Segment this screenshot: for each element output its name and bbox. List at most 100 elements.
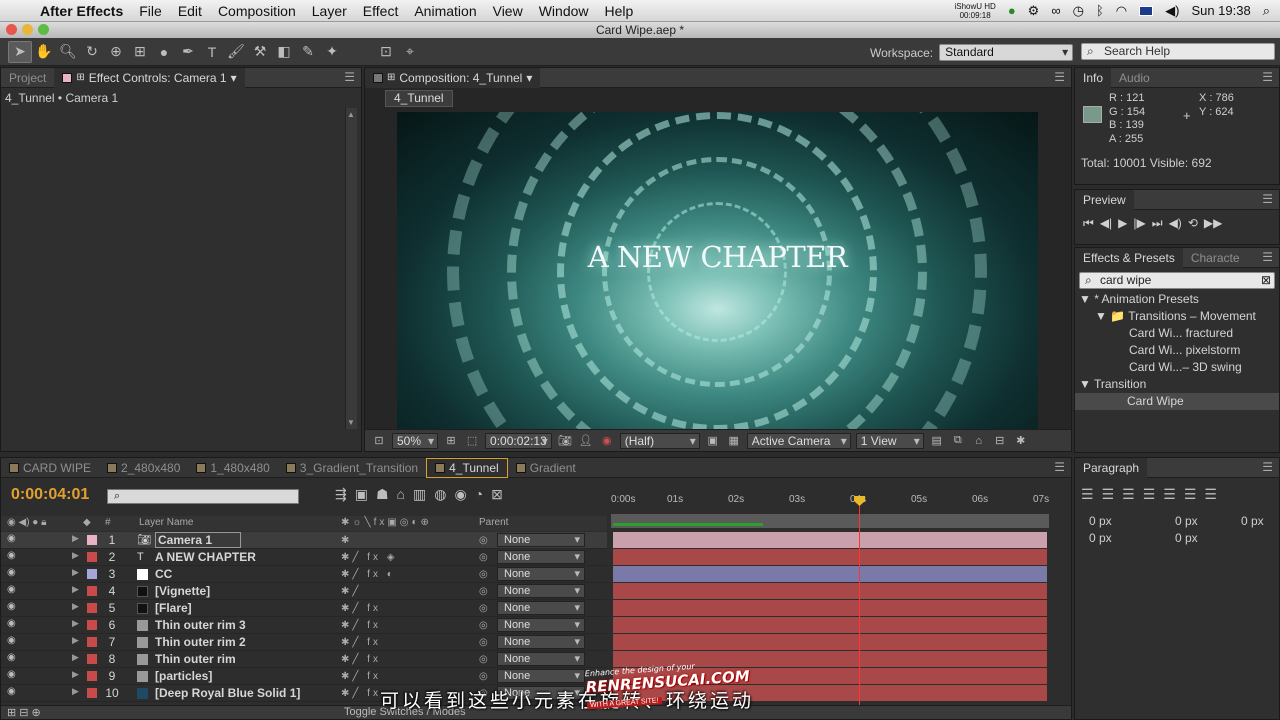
fast-draft-icon[interactable]: ⧉	[950, 433, 966, 449]
show-snapshot-icon[interactable]: 👤︎	[578, 433, 594, 449]
channels-icon[interactable]: ◉	[599, 433, 615, 449]
parent-dropdown[interactable]: None	[497, 601, 585, 615]
panel-menu-icon[interactable]: ☰	[1262, 460, 1273, 474]
tab-3-gradient-transition[interactable]: 3_Gradient_Transition	[278, 458, 426, 478]
layer-name[interactable]: Thin outer rim 2	[155, 635, 246, 649]
parent-dropdown[interactable]: None	[497, 584, 585, 598]
layer-label-color[interactable]	[87, 688, 97, 698]
tree-item-card-wipe[interactable]: Card Wipe	[1075, 393, 1279, 410]
transparency-grid-icon[interactable]: ▦	[726, 433, 742, 449]
tab-4-tunnel[interactable]: 4_Tunnel	[426, 458, 508, 478]
layer-switches[interactable]: ✱╱ fx	[341, 688, 381, 699]
align-center-icon[interactable]: ☰	[1102, 486, 1115, 503]
layer-bar[interactable]	[613, 532, 1047, 549]
layer-search-input[interactable]: ⌕	[107, 489, 299, 504]
pen-tool-icon[interactable]: ✒	[176, 41, 200, 63]
visibility-eye-icon[interactable]: ◉	[7, 635, 16, 646]
tab-1-480x480[interactable]: 1_480x480	[188, 458, 277, 478]
space-after-field[interactable]: 0 px	[1175, 531, 1198, 545]
effects-search-input[interactable]: ⌕ card wipe ⊠	[1079, 272, 1275, 289]
current-time-display[interactable]: 0:00:04:01	[11, 486, 89, 504]
menu-help[interactable]: Help	[605, 3, 634, 19]
expand-triangle-icon[interactable]: ▶	[72, 533, 79, 544]
layer-switches[interactable]: ✱╱ fx ◈	[341, 552, 397, 563]
menu-window[interactable]: Window	[539, 3, 589, 19]
layer-label-color[interactable]	[87, 620, 97, 630]
pickwhip-icon[interactable]: ◎	[479, 620, 488, 631]
layer-row[interactable]: ◉ ▶ 8 Thin outer rim ✱╱ fx ◎ None	[1, 651, 607, 668]
safe-margins-icon[interactable]: ⊞	[443, 433, 459, 449]
composition-viewer[interactable]: A NEW CHAPTER	[397, 112, 1038, 430]
motion-blur-icon[interactable]: ▥	[413, 486, 426, 503]
justify-right-icon[interactable]: ☰	[1184, 486, 1197, 503]
zoom-window-button[interactable]	[38, 24, 49, 35]
snapshot-icon[interactable]: 📷︎	[557, 433, 573, 449]
layer-name[interactable]: A NEW CHAPTER	[155, 550, 256, 564]
chevron-down-icon[interactable]: ▾	[231, 68, 237, 88]
pan-behind-tool-icon[interactable]: ⊞	[128, 41, 152, 63]
menu-file[interactable]: File	[139, 3, 162, 19]
magnification-dropdown[interactable]: 50%	[392, 432, 439, 449]
close-window-button[interactable]	[6, 24, 17, 35]
toggle-pixel-aspect-icon[interactable]: ▤	[929, 433, 945, 449]
work-area-bar[interactable]	[611, 514, 1049, 528]
expand-triangle-icon[interactable]: ▶	[72, 601, 79, 612]
tab-card-wipe[interactable]: CARD WIPE	[1, 458, 99, 478]
justify-center-icon[interactable]: ☰	[1163, 486, 1176, 503]
pickwhip-icon[interactable]: ◎	[479, 535, 488, 546]
pickwhip-icon[interactable]: ◎	[479, 569, 488, 580]
selection-tool-icon[interactable]: ➤	[8, 40, 32, 63]
tree-item-card-wipe-3d-swing[interactable]: Card Wi...– 3D swing	[1075, 359, 1279, 376]
flag-icon[interactable]	[1139, 5, 1154, 16]
chevron-down-icon[interactable]: ▾	[526, 68, 532, 88]
previous-frame-icon[interactable]: ◀|	[1100, 216, 1112, 231]
spotlight-icon[interactable]: ⌕	[1263, 3, 1270, 19]
brush-tool-icon[interactable]: 🖌︎	[224, 41, 248, 63]
menu-effect[interactable]: Effect	[363, 3, 399, 19]
workspace-dropdown[interactable]: Standard	[939, 44, 1074, 61]
panel-menu-icon[interactable]: ☰	[1262, 192, 1273, 206]
expand-triangle-icon[interactable]: ▶	[72, 584, 79, 595]
layer-name[interactable]: [Deep Royal Blue Solid 1]	[155, 686, 300, 700]
visibility-eye-icon[interactable]: ◉	[7, 550, 16, 561]
wifi-icon[interactable]: ◠	[1116, 3, 1127, 19]
scroll-up-icon[interactable]: ▲	[347, 110, 355, 119]
layer-name[interactable]: [Vignette]	[155, 584, 210, 598]
time-machine-icon[interactable]: ◷	[1073, 3, 1084, 19]
layer-label-color[interactable]	[87, 671, 97, 681]
parent-dropdown[interactable]: None	[497, 533, 585, 547]
resolution-dropdown[interactable]: (Half)	[619, 432, 700, 449]
panel-menu-icon[interactable]: ☰	[1054, 460, 1065, 474]
layer-row[interactable]: ◉ ▶ 5 [Flare] ✱╱ fx ◎ None	[1, 600, 607, 617]
parent-dropdown[interactable]: None	[497, 618, 585, 632]
layer-bar[interactable]	[613, 583, 1047, 600]
vertical-scrollbar[interactable]: ▲ ▼	[345, 108, 357, 429]
layer-bar[interactable]	[613, 617, 1047, 634]
layer-row[interactable]: ◉ ▶ 2 T A NEW CHAPTER ✱╱ fx ◈ ◎ None	[1, 549, 607, 566]
pickwhip-icon[interactable]: ◎	[479, 654, 488, 665]
next-frame-icon[interactable]: |▶	[1133, 216, 1145, 231]
minimize-window-button[interactable]	[22, 24, 33, 35]
view-layout-dropdown[interactable]: 1 View	[855, 432, 924, 449]
layer-bar[interactable]	[613, 600, 1047, 617]
layer-name[interactable]: CC	[155, 567, 172, 581]
exposure-icon[interactable]: ✱	[1013, 433, 1029, 449]
tab-info[interactable]: Info	[1075, 68, 1112, 88]
frame-blending-icon[interactable]: ⌂	[397, 486, 405, 503]
region-of-interest-icon[interactable]: ⬚	[464, 433, 480, 449]
visibility-eye-icon[interactable]: ◉	[7, 618, 16, 629]
roto-brush-tool-icon[interactable]: ✎	[296, 41, 320, 63]
indent-first-field[interactable]: 0 px	[1241, 514, 1264, 528]
shy-layers-icon[interactable]: ☗	[376, 486, 389, 503]
visibility-eye-icon[interactable]: ◉	[7, 567, 16, 578]
draft-3d-icon[interactable]: ▣	[355, 486, 368, 503]
tab-effect-controls[interactable]: ⊞ Effect Controls: Camera 1 ▾	[54, 68, 245, 88]
menu-animation[interactable]: Animation	[414, 3, 476, 19]
flowchart-icon[interactable]: ⊟	[992, 433, 1008, 449]
tab-character[interactable]: Characte	[1183, 248, 1248, 268]
layer-label-color[interactable]	[87, 654, 97, 664]
puppet-pin-tool-icon[interactable]: ✦	[320, 41, 344, 63]
layer-name-header[interactable]: Layer Name	[139, 517, 193, 528]
layer-name[interactable]: Thin outer rim	[155, 652, 236, 666]
always-preview-icon[interactable]: ⊡	[371, 433, 387, 449]
